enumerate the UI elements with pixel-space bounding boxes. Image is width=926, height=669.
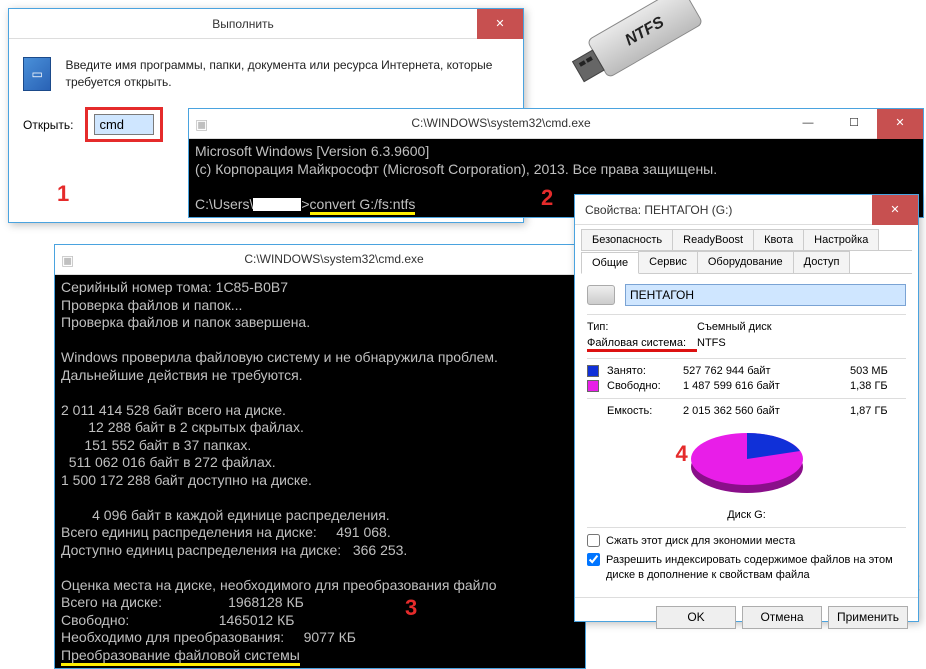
cap-bytes: 2 015 362 560 байт <box>683 405 844 417</box>
run-input[interactable] <box>94 114 154 135</box>
props-tabs-row-2: ОбщиеСервисОборудованиеДоступ <box>581 251 912 274</box>
cmd2-title: C:\WINDOWS\system32\cmd.exe <box>83 252 585 267</box>
usage-pie-chart: 4 <box>682 423 812 503</box>
cmd1-min-button[interactable]: — <box>785 109 831 139</box>
cmd2-conversion-line: Преобразование файловой системы <box>61 647 300 666</box>
disk-label: Диск G: <box>587 509 906 521</box>
cmd2-body: Серийный номер тома: 1C85-B0B7 Проверка … <box>55 275 585 668</box>
cmd2-titlebar[interactable]: ▣ C:\WINDOWS\system32\cmd.exe <box>55 245 585 275</box>
ok-button[interactable]: OK <box>656 606 736 629</box>
tab-общие[interactable]: Общие <box>581 252 639 274</box>
cmd-icon: ▣ <box>61 252 77 268</box>
drive-name-input[interactable] <box>625 284 906 306</box>
cmd1-title: C:\WINDOWS\system32\cmd.exe <box>217 116 785 131</box>
compress-checkbox[interactable] <box>587 534 600 547</box>
cmd1-titlebar[interactable]: ▣ C:\WINDOWS\system32\cmd.exe — ☐ ✕ <box>189 109 923 139</box>
used-label: Занято: <box>607 365 677 377</box>
tab-сервис[interactable]: Сервис <box>638 251 698 273</box>
cap-human: 1,87 ГБ <box>850 405 906 417</box>
free-swatch <box>587 380 599 392</box>
properties-dialog: Свойства: ПЕНТАГОН (G:) ✕ БезопасностьRe… <box>574 194 919 622</box>
props-tabs-row-1: БезопасностьReadyBoostКвотаНастройка <box>581 229 912 251</box>
tab-настройка[interactable]: Настройка <box>803 229 879 250</box>
cmd1-max-button[interactable]: ☐ <box>831 109 877 139</box>
run-description: Введите имя программы, папки, документа … <box>65 57 509 91</box>
run-titlebar[interactable]: Выполнить ✕ <box>9 9 523 39</box>
cmd-window-2: ▣ C:\WINDOWS\system32\cmd.exe Серийный н… <box>54 244 586 669</box>
free-human: 1,38 ГБ <box>850 380 906 392</box>
fs-value: NTFS <box>697 337 906 352</box>
free-label: Свободно: <box>607 380 677 392</box>
index-checkbox[interactable] <box>587 553 600 566</box>
masked-username <box>253 198 301 211</box>
usb-label: NTFS <box>622 14 667 50</box>
free-bytes: 1 487 599 616 байт <box>683 380 844 392</box>
cap-label: Емкость: <box>607 405 677 417</box>
props-close-button[interactable]: ✕ <box>872 195 918 225</box>
tab-безопасность[interactable]: Безопасность <box>581 229 673 250</box>
annotation-1: 1 <box>57 181 69 207</box>
fs-label: Файловая система: <box>587 337 697 352</box>
run-input-highlight <box>85 107 163 142</box>
run-title: Выполнить <box>9 17 477 31</box>
annotation-2: 2 <box>541 185 553 211</box>
compress-checkbox-row[interactable]: Сжать этот диск для экономии места <box>587 534 906 548</box>
apply-button[interactable]: Применить <box>828 606 908 629</box>
tab-readyboost[interactable]: ReadyBoost <box>672 229 754 250</box>
cmd-icon: ▣ <box>195 116 211 132</box>
props-titlebar[interactable]: Свойства: ПЕНТАГОН (G:) ✕ <box>575 195 918 225</box>
annotation-4: 4 <box>676 441 688 467</box>
props-title: Свойства: ПЕНТАГОН (G:) <box>575 203 872 217</box>
cancel-button[interactable]: Отмена <box>742 606 822 629</box>
tab-оборудование[interactable]: Оборудование <box>697 251 794 273</box>
run-open-label: Открыть: <box>23 118 73 132</box>
used-human: 503 МБ <box>850 365 906 377</box>
index-checkbox-row[interactable]: Разрешить индексировать содержимое файло… <box>587 553 906 582</box>
run-icon: ▭ <box>23 57 51 91</box>
tab-квота[interactable]: Квота <box>753 229 804 250</box>
used-bytes: 527 762 944 байт <box>683 365 844 377</box>
used-swatch <box>587 365 599 377</box>
annotation-3: 3 <box>405 595 417 621</box>
cmd1-close-button[interactable]: ✕ <box>877 109 923 139</box>
type-value: Съемный диск <box>697 321 906 333</box>
type-label: Тип: <box>587 321 697 333</box>
usb-drive-illustration: NTFS <box>586 0 703 79</box>
drive-icon <box>587 285 615 305</box>
cmd1-command: convert G:/fs:ntfs <box>310 196 416 215</box>
tab-доступ[interactable]: Доступ <box>793 251 851 273</box>
run-close-button[interactable]: ✕ <box>477 9 523 39</box>
